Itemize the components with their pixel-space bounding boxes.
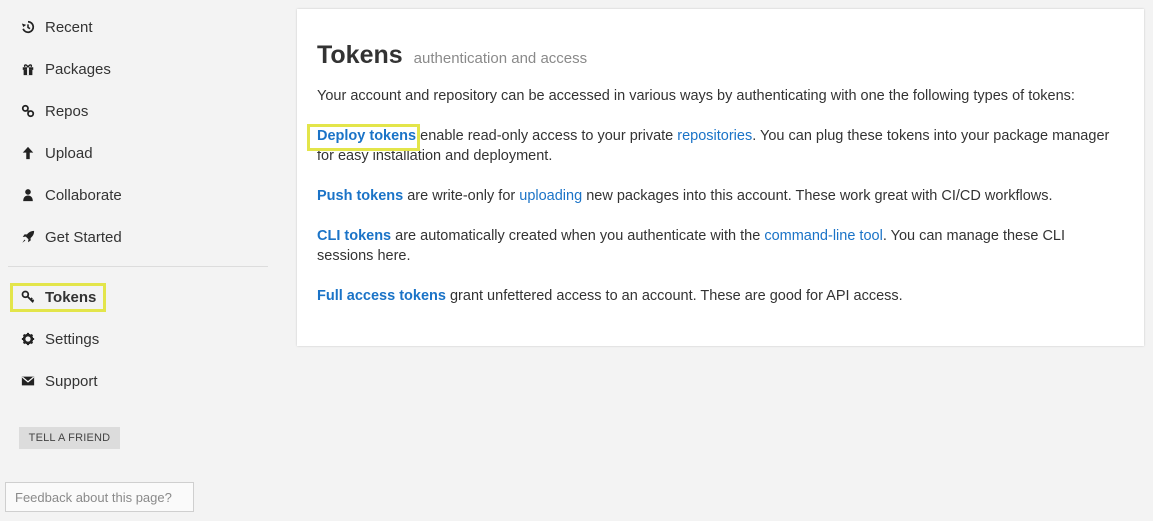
sidebar-item-upload[interactable]: Upload [20, 141, 93, 165]
link-icon [20, 103, 36, 119]
sidebar-item-recent[interactable]: Recent [20, 15, 93, 39]
push-tokens-description: Push tokens are write-only for uploading… [317, 186, 1125, 206]
sidebar-divider [8, 266, 268, 267]
intro-text: Your account and repository can be acces… [317, 88, 1075, 104]
sidebar-item-label: Upload [45, 144, 93, 162]
sidebar-item-label: Collaborate [45, 186, 122, 204]
repositories-link[interactable]: repositories [677, 128, 752, 144]
command-line-tool-link[interactable]: command-line tool [764, 228, 882, 244]
user-icon [20, 187, 36, 203]
sidebar-item-label: Support [45, 372, 98, 390]
page-title: Tokens [317, 41, 403, 69]
gift-icon [20, 61, 36, 77]
sidebar-item-collaborate[interactable]: Collaborate [20, 183, 122, 207]
feedback-input[interactable] [5, 482, 194, 512]
sidebar-item-label: Repos [45, 102, 89, 120]
tokens-panel: Tokens authentication and access Your ac… [297, 9, 1144, 346]
full-access-tokens-description: Full access tokens grant unfettered acce… [317, 286, 1125, 306]
gear-icon [20, 331, 36, 347]
full-text-1: grant unfettered access to an account. T… [445, 288, 903, 304]
page-header: Tokens authentication and access [317, 41, 587, 70]
full-access-tokens-link[interactable]: Full access tokens [317, 288, 446, 304]
sidebar-item-get-started[interactable]: Get Started [20, 225, 122, 249]
sidebar-item-label: Get Started [45, 228, 122, 246]
tell-a-friend-button[interactable]: TELL A FRIEND [19, 427, 120, 449]
uploading-link[interactable]: uploading [519, 188, 582, 204]
sidebar-item-settings[interactable]: Settings [20, 327, 99, 351]
deploy-tokens-link[interactable]: Deploy tokens [317, 128, 416, 144]
push-tokens-link[interactable]: Push tokens [317, 188, 403, 204]
push-text-2: new packages into this account. These wo… [582, 188, 1053, 204]
sidebar-item-tokens[interactable]: Tokens [20, 285, 96, 309]
sidebar-item-repos[interactable]: Repos [20, 99, 88, 123]
rocket-icon [20, 229, 36, 245]
sidebar: Recent Packages Repos Upload Collaborate… [0, 0, 268, 521]
deploy-text-1: enable read-only access to your private [416, 128, 678, 144]
arrow-up-icon [20, 145, 36, 161]
key-icon [20, 289, 36, 305]
cli-tokens-description: CLI tokens are automatically created whe… [317, 226, 1125, 266]
history-icon [20, 19, 36, 35]
sidebar-item-support[interactable]: Support [20, 369, 98, 393]
sidebar-item-label: Tokens [45, 288, 97, 306]
deploy-tokens-description: Deploy tokens enable read-only access to… [317, 126, 1125, 166]
push-text-1: are write-only for [403, 188, 520, 204]
cli-text-1: are automatically created when you authe… [391, 228, 765, 244]
cli-tokens-link[interactable]: CLI tokens [317, 228, 391, 244]
envelope-icon [20, 373, 36, 389]
sidebar-item-packages[interactable]: Packages [20, 57, 111, 81]
sidebar-item-label: Packages [45, 60, 111, 78]
sidebar-item-label: Recent [45, 18, 93, 36]
sidebar-item-label: Settings [45, 330, 100, 348]
page-subtitle: authentication and access [413, 50, 588, 67]
